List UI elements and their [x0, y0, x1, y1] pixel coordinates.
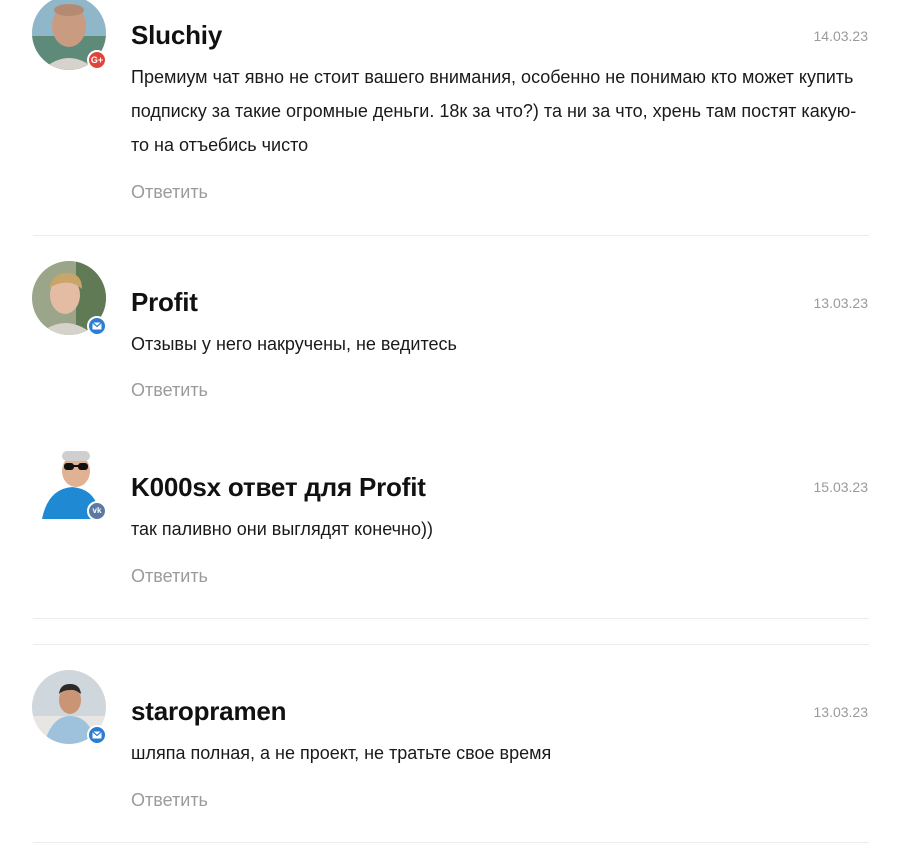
- comment-author[interactable]: staropramen: [131, 696, 287, 727]
- comment-text: шляпа полная, а не проект, не тратьте св…: [131, 743, 552, 763]
- comment-date: 15.03.23: [813, 479, 869, 495]
- comment-date: 13.03.23: [813, 295, 869, 311]
- google-plus-icon: G+: [87, 50, 107, 70]
- comment-text: Премиум чат явно не стоит вашего внимани…: [131, 67, 857, 155]
- mail-icon: [87, 725, 107, 745]
- reply-button[interactable]: Ответить: [131, 566, 208, 587]
- reply-button[interactable]: Ответить: [131, 182, 208, 203]
- divider: [33, 618, 869, 619]
- mail-icon: [87, 316, 107, 336]
- reply-button[interactable]: Ответить: [131, 380, 208, 401]
- reply-button[interactable]: Ответить: [131, 790, 208, 811]
- comment-date: 14.03.23: [813, 28, 869, 44]
- comment-date: 13.03.23: [813, 704, 869, 720]
- divider: [33, 644, 869, 645]
- divider: [33, 842, 869, 843]
- divider: [33, 235, 869, 236]
- comment-text: Отзывы у него накручены, не ведитесь: [131, 334, 457, 354]
- comment-text: так паливно они выглядят конечно)): [131, 519, 433, 539]
- vk-icon: vk: [87, 501, 107, 521]
- comment-author[interactable]: K000sx ответ для Profit: [131, 472, 426, 503]
- comment-author[interactable]: Profit: [131, 287, 198, 318]
- comment-author[interactable]: Sluchiy: [131, 20, 222, 51]
